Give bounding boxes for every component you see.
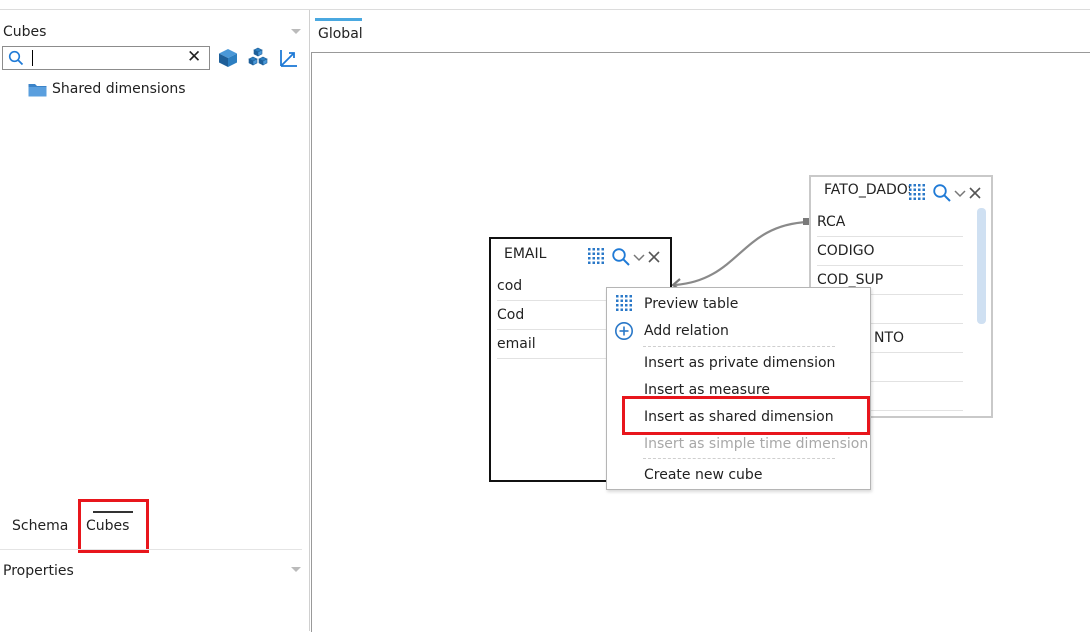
- menu-separator: [643, 346, 835, 347]
- properties-panel-collapse-icon[interactable]: [291, 567, 301, 572]
- table-scrollbar[interactable]: [977, 208, 986, 324]
- grid-icon[interactable]: [908, 183, 928, 203]
- search-icon: [8, 50, 24, 66]
- menu-item-add-relation[interactable]: Add relation: [644, 323, 729, 339]
- highlight-box-cubes-tab: [78, 499, 149, 553]
- properties-divider: [0, 549, 302, 550]
- plus-circle-icon: [615, 322, 633, 340]
- search-icon[interactable]: [611, 247, 631, 267]
- global-tab-indicator: [315, 18, 362, 21]
- tree-item-label: Shared dimensions: [52, 81, 186, 97]
- chevron-down-icon[interactable]: [633, 251, 645, 263]
- table-title: EMAIL: [504, 246, 547, 262]
- grid-icon[interactable]: [587, 247, 607, 267]
- table-row[interactable]: RCA: [817, 208, 963, 237]
- left-panel: [0, 10, 310, 631]
- close-icon[interactable]: [648, 251, 660, 263]
- clear-search-icon[interactable]: ✕: [187, 47, 201, 67]
- row-label: NTO: [874, 330, 905, 346]
- axis-dimension-icon[interactable]: [276, 46, 300, 70]
- cube-search-input[interactable]: ✕: [2, 46, 210, 70]
- menu-item-preview-table[interactable]: Preview table: [644, 296, 738, 312]
- highlight-box-shared-dimension: [622, 396, 870, 435]
- shared-cubes-icon[interactable]: [246, 46, 270, 70]
- tree-item-shared-dimensions[interactable]: Shared dimensions: [28, 79, 186, 99]
- menu-separator: [643, 458, 835, 459]
- properties-panel-title: Properties: [3, 563, 74, 579]
- menu-item-insert-private-dimension[interactable]: Insert as private dimension: [644, 355, 835, 371]
- tab-schema[interactable]: Schema: [12, 518, 68, 534]
- cubes-panel-title: Cubes: [3, 24, 47, 40]
- close-icon[interactable]: [969, 187, 981, 199]
- search-icon[interactable]: [932, 183, 952, 203]
- table-row[interactable]: Cod: [497, 301, 607, 330]
- cube-icon[interactable]: [216, 46, 240, 70]
- menu-item-insert-simple-time-dimension: Insert as simple time dimension: [644, 436, 869, 452]
- context-menu: Preview table Add relation Insert as pri…: [606, 287, 871, 490]
- menu-item-create-new-cube[interactable]: Create new cube: [644, 467, 762, 483]
- text-caret: [32, 50, 33, 66]
- table-title: FATO_DADOS: [824, 182, 910, 198]
- chevron-down-icon[interactable]: [954, 187, 966, 199]
- folder-icon: [28, 83, 47, 96]
- table-row[interactable]: CODIGO: [817, 237, 963, 266]
- grid-icon: [616, 295, 632, 311]
- tab-global[interactable]: Global: [318, 26, 363, 42]
- cubes-panel-collapse-icon[interactable]: [291, 29, 301, 34]
- table-row[interactable]: email: [497, 330, 607, 359]
- table-row[interactable]: cod: [497, 272, 607, 301]
